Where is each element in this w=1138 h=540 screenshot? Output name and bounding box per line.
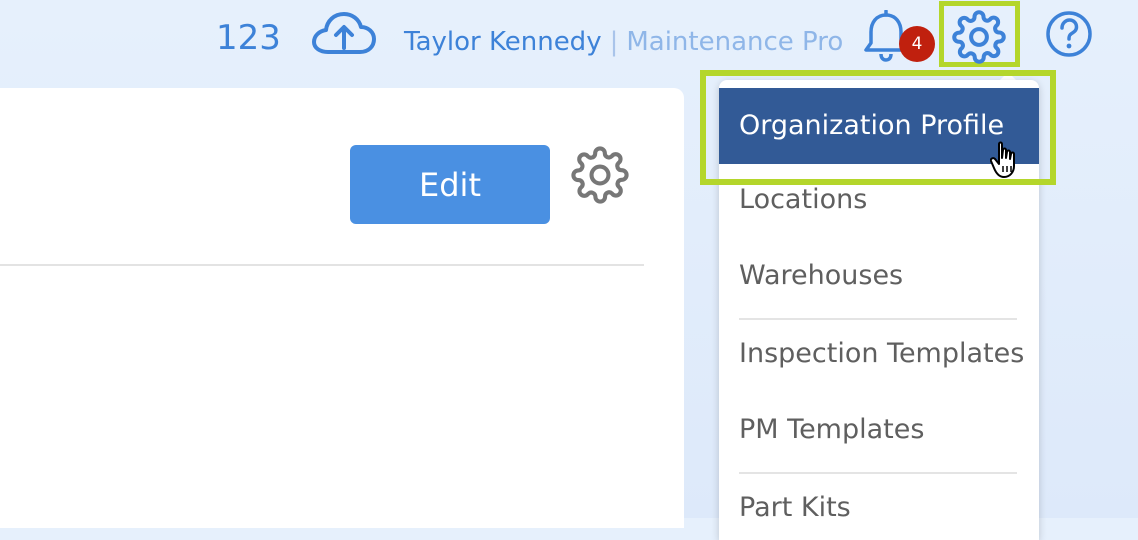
menu-item-pm-templates[interactable]: PM Templates bbox=[719, 414, 1039, 445]
plan-name: Maintenance Pro bbox=[626, 27, 844, 57]
notification-badge: 4 bbox=[899, 26, 935, 62]
cloud-upload-icon[interactable] bbox=[312, 12, 376, 58]
menu-divider bbox=[739, 318, 1017, 320]
user-separator: | bbox=[609, 27, 619, 57]
card-divider bbox=[0, 264, 644, 266]
menu-item-organization-profile[interactable]: Organization Profile bbox=[719, 88, 1039, 164]
user-info[interactable]: Taylor Kennedy | Maintenance Pro bbox=[404, 27, 843, 57]
content-card: Edit bbox=[0, 88, 684, 528]
top-navigation-bar: 123 Taylor Kennedy | Maintenance Pro 4 bbox=[0, 0, 1138, 80]
menu-divider bbox=[739, 472, 1017, 474]
menu-item-locations[interactable]: Locations bbox=[719, 184, 1039, 215]
menu-item-inspection-templates[interactable]: Inspection Templates bbox=[719, 338, 1039, 369]
work-order-count[interactable]: 123 bbox=[216, 18, 281, 58]
settings-dropdown-menu: Organization Profile Locations Warehouse… bbox=[719, 80, 1039, 540]
card-gear-icon[interactable] bbox=[571, 146, 629, 204]
dropdown-caret bbox=[1000, 72, 1016, 80]
gear-icon[interactable] bbox=[952, 10, 1006, 64]
user-name: Taylor Kennedy bbox=[404, 27, 602, 57]
menu-item-warehouses[interactable]: Warehouses bbox=[719, 260, 1039, 291]
edit-button[interactable]: Edit bbox=[350, 145, 550, 224]
menu-item-part-kits[interactable]: Part Kits bbox=[719, 492, 1039, 523]
help-icon[interactable] bbox=[1045, 10, 1093, 58]
